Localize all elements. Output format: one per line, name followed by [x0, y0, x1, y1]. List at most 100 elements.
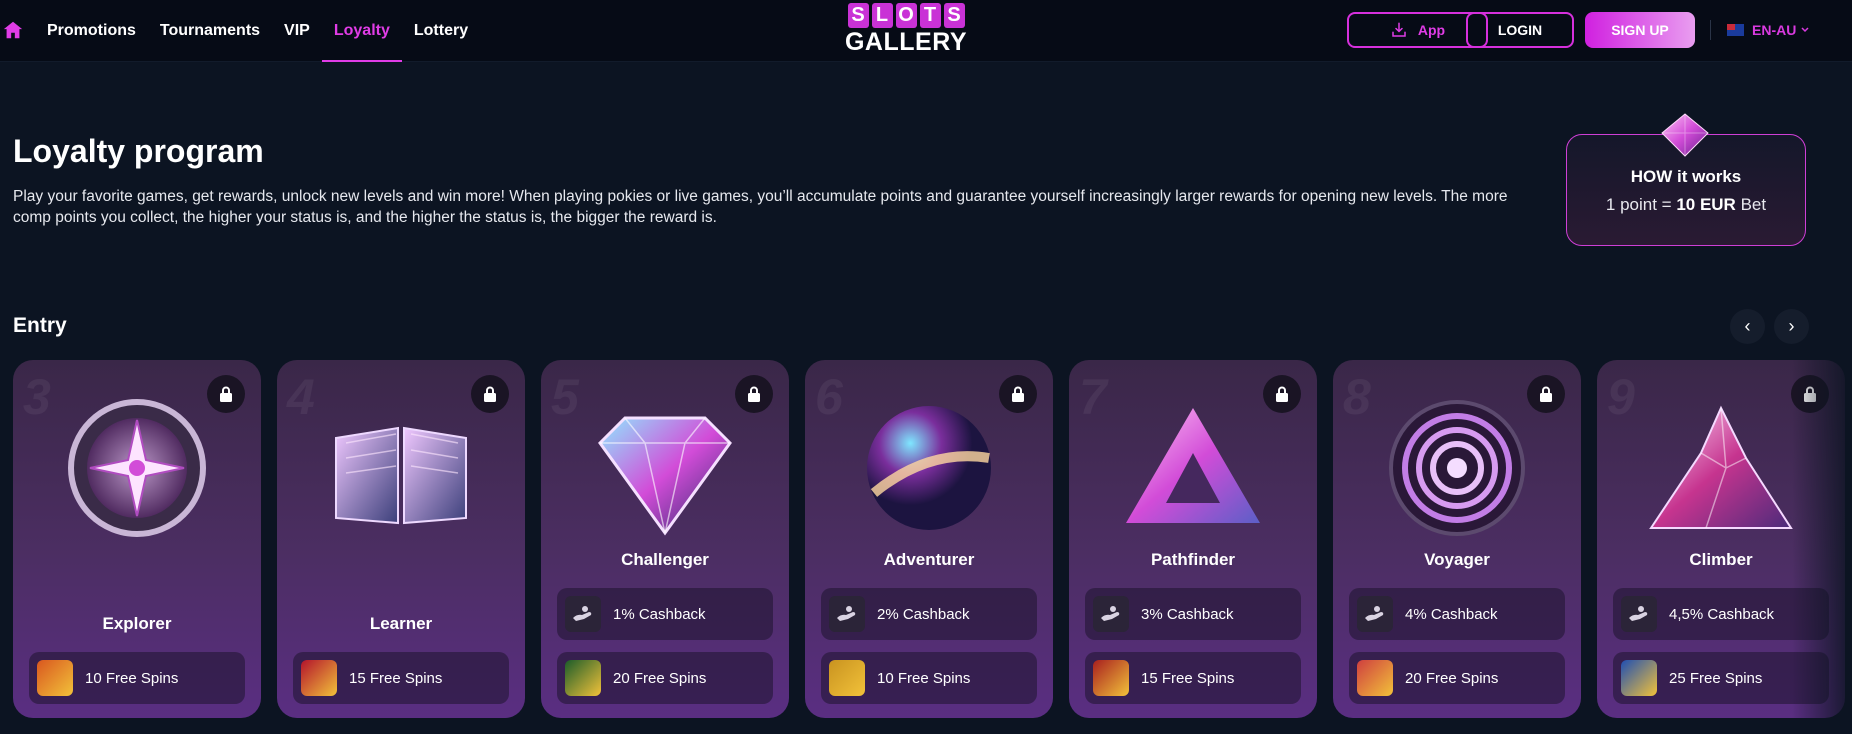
free-spins-perk: 20 Free Spins — [557, 652, 773, 704]
signup-button[interactable]: SIGN UP — [1585, 12, 1695, 48]
cashback-label: 4,5% Cashback — [1669, 605, 1775, 623]
free-spins-label: 15 Free Spins — [349, 669, 443, 687]
free-spins-perk: 15 Free Spins — [293, 652, 509, 704]
nav-promotions[interactable]: Promotions — [47, 0, 136, 62]
level-name: Adventurer — [883, 550, 975, 569]
points-rate: 1 point = 10 EUR Bet — [1605, 195, 1767, 214]
chevron-left-icon: ‹ — [1744, 316, 1751, 336]
language-label: EN-AU — [1752, 22, 1797, 38]
section-title: Entry — [13, 314, 67, 337]
level-card-adventurer[interactable]: 6 Adventurer 2% Cashback 10 Free Spins — [805, 360, 1053, 718]
logo-letter: T — [919, 3, 941, 28]
free-spins-label: 25 Free Spins — [1669, 669, 1763, 687]
game-thumbnail-icon — [1093, 660, 1129, 696]
free-spins-perk: 20 Free Spins — [1349, 652, 1565, 704]
compass-icon — [62, 398, 212, 538]
free-spins-label: 10 Free Spins — [85, 669, 179, 687]
lock-icon — [207, 375, 245, 413]
level-number: 8 — [1343, 369, 1371, 425]
nav-loyalty[interactable]: Loyalty — [321, 0, 402, 62]
level-name: Learner — [369, 614, 433, 633]
cashback-icon — [1093, 596, 1129, 632]
page-description: Play your favorite games, get rewards, u… — [13, 188, 1508, 226]
level-card-learner[interactable]: 4 Learner 15 Free Spins — [277, 360, 525, 718]
free-spins-perk: 10 Free Spins — [821, 652, 1037, 704]
logo-letter: L — [871, 3, 893, 28]
cashback-perk: 2% Cashback — [821, 588, 1037, 640]
diamond-icon — [590, 398, 740, 538]
triangle-icon — [1118, 398, 1268, 538]
level-number: 3 — [23, 369, 51, 425]
logo-letter: O — [895, 3, 917, 28]
top-header: Promotions Tournaments VIP Loyalty Lotte… — [0, 0, 1852, 62]
free-spins-label: 20 Free Spins — [613, 669, 707, 687]
carousel-fade — [1792, 360, 1852, 720]
mountain-icon — [1646, 398, 1796, 538]
level-number: 9 — [1607, 369, 1635, 425]
nav-vip[interactable]: VIP — [284, 0, 310, 62]
logo-letter: S — [847, 3, 869, 28]
app-label: App — [1417, 22, 1446, 38]
level-number: 5 — [551, 369, 579, 425]
lock-icon — [735, 375, 773, 413]
free-spins-label: 20 Free Spins — [1405, 669, 1499, 687]
nav-lottery[interactable]: Lottery — [414, 0, 468, 62]
cashback-icon — [1357, 596, 1393, 632]
chevron-right-icon: › — [1788, 316, 1795, 336]
carousel-prev-button[interactable]: ‹ — [1730, 309, 1765, 344]
cashback-label: 3% Cashback — [1141, 605, 1234, 623]
level-number: 7 — [1079, 369, 1107, 425]
level-number: 6 — [815, 369, 843, 425]
download-icon — [1392, 22, 1406, 37]
header-divider — [1710, 20, 1711, 40]
sphere-icon — [854, 398, 1004, 538]
cashback-label: 4% Cashback — [1405, 605, 1498, 623]
cashback-perk: 3% Cashback — [1085, 588, 1301, 640]
game-thumbnail-icon — [1621, 660, 1657, 696]
level-card-explorer[interactable]: 3 Explorer 10 Free Spins — [13, 360, 261, 718]
logo-letter: S — [943, 3, 965, 28]
cashback-icon — [829, 596, 865, 632]
cashback-label: 1% Cashback — [613, 605, 706, 623]
level-number: 4 — [287, 369, 315, 425]
level-card-pathfinder[interactable]: 7 Pathfinder 3% Cashback 15 Free Spins — [1069, 360, 1317, 718]
carousel-next-button[interactable]: › — [1774, 309, 1809, 344]
lock-icon — [1263, 375, 1301, 413]
level-name: Voyager — [1424, 550, 1490, 569]
game-thumbnail-icon — [829, 660, 865, 696]
logo-wordmark: GALLERY — [844, 28, 968, 56]
game-thumbnail-icon — [1357, 660, 1393, 696]
game-thumbnail-icon — [565, 660, 601, 696]
level-name: Explorer — [102, 614, 172, 633]
chevron-down-icon — [1801, 27, 1809, 33]
vortex-icon — [1382, 398, 1532, 538]
lock-icon — [471, 375, 509, 413]
australia-flag-icon — [1727, 24, 1744, 36]
level-name: Pathfinder — [1150, 550, 1236, 569]
site-logo[interactable]: S L O T S GALLERY — [843, 3, 969, 59]
free-spins-perk: 10 Free Spins — [29, 652, 245, 704]
points-rate-value: 10 EUR — [1676, 195, 1736, 214]
cashback-icon — [1621, 596, 1657, 632]
level-carousel: 3 Explorer 10 Free Spins 4 Learner 15 Free Sp… — [13, 360, 1852, 720]
free-spins-perk: 15 Free Spins — [1085, 652, 1301, 704]
cashback-perk: 1% Cashback — [557, 588, 773, 640]
gem-icon — [1661, 113, 1709, 157]
main-nav: Promotions Tournaments VIP Loyalty Lotte… — [47, 0, 492, 62]
how-it-works-title: HOW it works — [1630, 167, 1742, 186]
cashback-perk: 4% Cashback — [1349, 588, 1565, 640]
lock-icon — [1527, 375, 1565, 413]
game-thumbnail-icon — [37, 660, 73, 696]
login-button[interactable]: LOGIN — [1466, 12, 1574, 48]
language-selector[interactable]: EN-AU — [1727, 20, 1810, 40]
free-spins-label: 15 Free Spins — [1141, 669, 1235, 687]
page-title: Loyalty program — [13, 133, 264, 169]
level-card-voyager[interactable]: 8 Voyager 4% Cashback 20 Free Spins — [1333, 360, 1581, 718]
book-icon — [326, 398, 476, 538]
game-thumbnail-icon — [301, 660, 337, 696]
nav-tournaments[interactable]: Tournaments — [160, 0, 260, 62]
home-icon[interactable] — [2, 19, 24, 41]
cashback-label: 2% Cashback — [877, 605, 970, 623]
level-name: Challenger — [621, 550, 709, 569]
level-card-challenger[interactable]: 5 Challenger 1% Cashback 20 Free Spins — [541, 360, 789, 718]
